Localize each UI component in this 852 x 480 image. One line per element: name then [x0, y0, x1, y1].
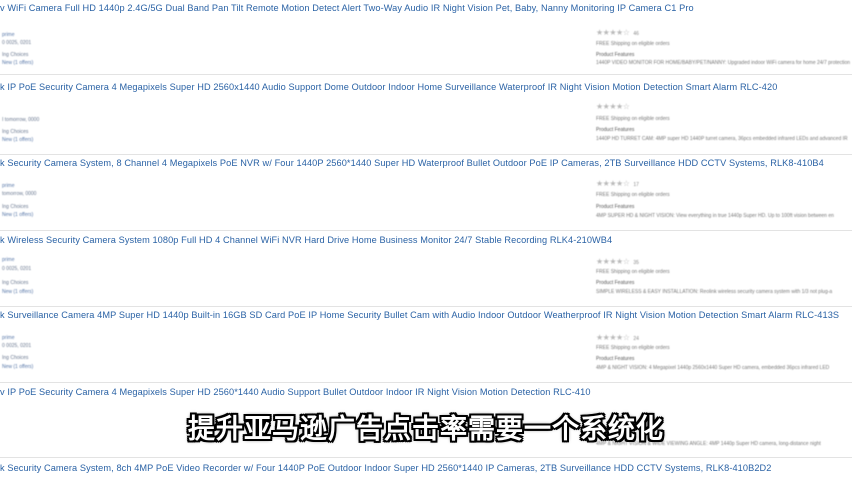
new-offers-link[interactable]: New (1 offers) [2, 212, 33, 218]
rating-stars-icon: ★★★★☆ [596, 102, 630, 111]
free-shipping-text: FREE Shipping on eligible orders [596, 192, 670, 198]
divider [0, 74, 852, 75]
star-rating[interactable]: ★★★★☆ 17 [596, 179, 639, 188]
free-shipping-text: FREE Shipping on eligible orders [596, 269, 670, 275]
product-features-label: Product Features [596, 280, 635, 286]
search-results-page: v WiFi Camera Full HD 1440p 2.4G/5G Dual… [0, 0, 852, 480]
delivery-date: tomorrow, 0000 [2, 191, 37, 197]
free-shipping-text: FREE Shipping on eligible orders [596, 345, 670, 351]
product-title-link[interactable]: k Security Camera System, 8ch 4MP PoE Vi… [0, 463, 772, 473]
prime-badge: prime [2, 32, 15, 38]
divider [0, 306, 852, 307]
buying-choices-label: Ing Choices [2, 52, 29, 58]
free-shipping-text: FREE Shipping on eligible orders [596, 116, 670, 122]
product-title-link[interactable]: k IP PoE Security Camera 4 Megapixels Su… [0, 82, 777, 92]
product-title-link[interactable]: v WiFi Camera Full HD 1440p 2.4G/5G Dual… [0, 3, 694, 13]
divider [0, 230, 852, 231]
product-title-link[interactable]: v IP PoE Security Camera 4 Megapixels Su… [0, 387, 591, 397]
review-count[interactable]: 35 [633, 260, 639, 266]
product-feature-text: 1440P HD TURRET CAM: 4MP super HD 1440P … [596, 136, 848, 142]
divider [0, 154, 852, 155]
rating-stars-icon: ★★★★☆ [596, 28, 630, 37]
product-features-label: Product Features [596, 356, 635, 362]
buying-choices-label: Ing Choices [2, 280, 29, 286]
divider [0, 457, 852, 458]
divider [0, 382, 852, 383]
delivery-date: 0 0025, 0201 [2, 343, 32, 349]
free-shipping-text: FREE Shipping on eligible orders [596, 41, 670, 47]
star-rating[interactable]: ★★★★☆ 46 [596, 28, 639, 37]
prime-badge: prime [2, 335, 15, 341]
product-title-link[interactable]: k Surveillance Camera 4MP Super HD 1440p… [0, 310, 839, 320]
delivery-date: 0 0025, 0201 [2, 40, 32, 46]
new-offers-link[interactable]: New (1 offers) [2, 60, 33, 66]
rating-stars-icon: ★★★★☆ [596, 257, 630, 266]
product-feature-text: 4MP SUPER HD & NIGHT VISION: View everyt… [596, 213, 834, 219]
product-title-link[interactable]: k Security Camera System, 8 Channel 4 Me… [0, 158, 824, 168]
video-subtitle: 提升亚马逊广告点击率需要一个系统化 [188, 414, 664, 445]
product-feature-text: 4MP & NIGHT VISION: 4 Megapixel 1440p 25… [596, 365, 830, 371]
review-count[interactable]: 17 [633, 182, 639, 188]
buying-choices-label: Ing Choices [2, 355, 29, 361]
new-offers-link[interactable]: New (1 offers) [2, 289, 33, 295]
product-feature-text: 1440P VIDEO MONITOR FOR HOME/BABY/PET/NA… [596, 60, 851, 66]
prime-badge: prime [2, 257, 15, 263]
product-features-label: Product Features [596, 127, 635, 133]
delivery-date: 0 0025, 0201 [2, 266, 32, 272]
buying-choices-label: Ing Choices [2, 204, 29, 210]
new-offers-link[interactable]: New (1 offers) [2, 364, 33, 370]
star-rating[interactable]: ★★★★☆ 24 [596, 333, 639, 342]
star-rating[interactable]: ★★★★☆ 35 [596, 257, 639, 266]
star-rating[interactable]: ★★★★☆ [596, 102, 633, 111]
new-offers-link[interactable]: New (1 offers) [2, 137, 33, 143]
rating-stars-icon: ★★★★☆ [596, 179, 630, 188]
product-title-link[interactable]: k Wireless Security Camera System 1080p … [0, 235, 612, 245]
prime-badge: prime [2, 183, 15, 189]
product-feature-text: SIMPLE WIRELESS & EASY INSTALLATION: Reo… [596, 289, 833, 295]
review-count[interactable]: 24 [633, 336, 639, 342]
delivery-date: I tomorrow, 0000 [2, 117, 40, 123]
buying-choices-label: Ing Choices [2, 129, 29, 135]
product-features-label: Product Features [596, 52, 635, 58]
review-count[interactable]: 46 [633, 31, 639, 37]
rating-stars-icon: ★★★★☆ [596, 333, 630, 342]
product-features-label: Product Features [596, 204, 635, 210]
